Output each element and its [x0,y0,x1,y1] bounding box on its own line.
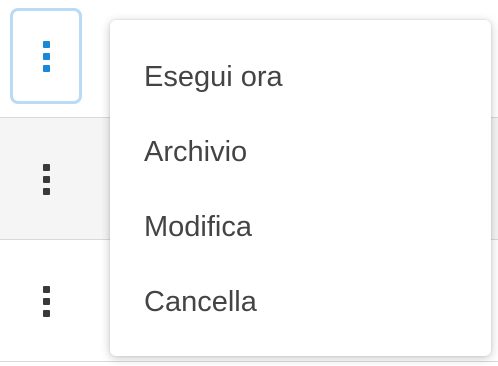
row-actions-button-active[interactable] [10,8,82,104]
row-actions-button[interactable] [10,131,82,227]
row-actions-dropdown-menu: Esegui ora Archivio Modifica Cancella [110,20,491,356]
table-with-actions-menu: Esegui ora Archivio Modifica Cancella [0,0,498,366]
menu-item-run-now[interactable]: Esegui ora [110,40,491,115]
menu-item-delete[interactable]: Cancella [110,265,491,340]
row-actions-button[interactable] [10,253,82,349]
menu-item-archive[interactable]: Archivio [110,115,491,190]
kebab-vertical-icon [42,285,50,317]
kebab-vertical-icon [42,40,50,72]
menu-item-edit[interactable]: Modifica [110,190,491,265]
kebab-vertical-icon [42,163,50,195]
